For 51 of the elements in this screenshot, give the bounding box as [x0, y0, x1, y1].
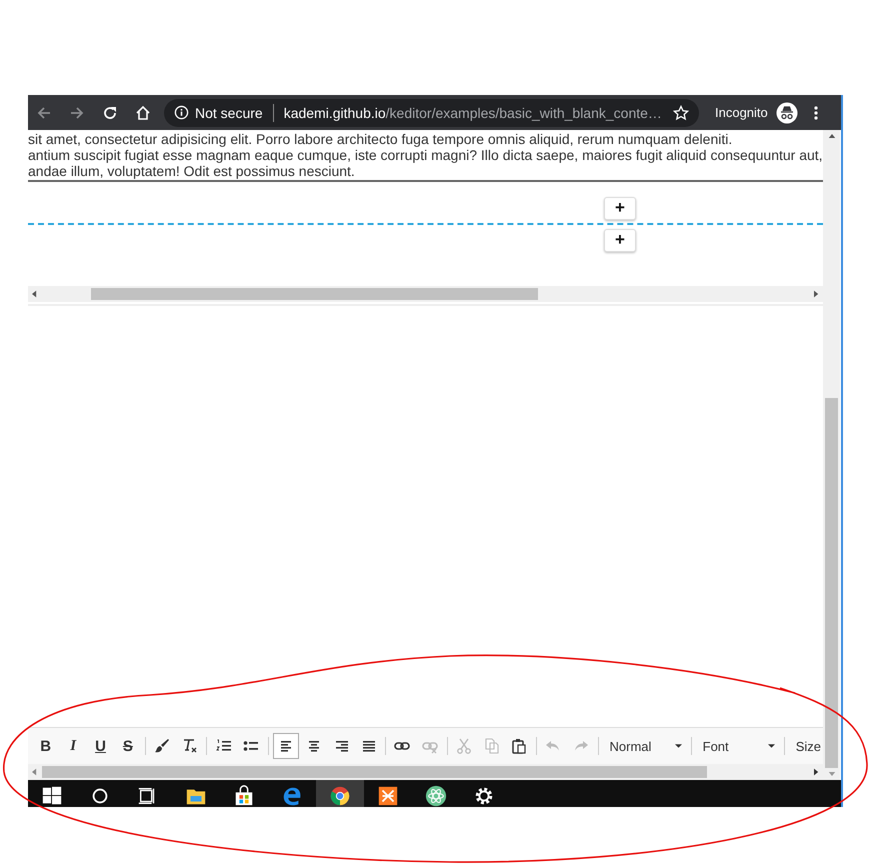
caret-icon	[674, 744, 682, 748]
app-logo-icon	[377, 785, 399, 807]
format-dropdown[interactable]: Normal	[602, 733, 688, 759]
url-text: kademi.github.io/keditor/examples/basic_with_blank_conte…	[284, 104, 663, 120]
active-taskbar-item[interactable]	[316, 780, 364, 807]
paragraph-line: andae illum, voluptatem! Odit est possimus nesciunt.	[28, 163, 356, 179]
scissors-icon	[456, 738, 472, 754]
scroll-right-icon[interactable]	[814, 290, 819, 298]
reload-icon[interactable]	[102, 104, 118, 120]
align-center-icon	[306, 739, 320, 753]
shopping-bag-icon	[233, 785, 255, 807]
italic-button[interactable]: I	[60, 733, 86, 759]
add-button[interactable]: +	[604, 196, 636, 220]
align-right-icon	[334, 739, 348, 753]
bold-button[interactable]: B	[33, 733, 58, 759]
copy-icon	[484, 738, 500, 754]
address-bar[interactable]: Not secure kademi.github.io/keditor/examples/basic_with_blank_conte…	[164, 98, 699, 126]
clipboard-icon	[511, 738, 528, 754]
add-button[interactable]: +	[604, 228, 636, 252]
format-dropdown[interactable]: Font	[694, 733, 781, 759]
incognito-label: Incognito	[715, 105, 768, 120]
atom-icon	[425, 785, 447, 807]
windows-icon	[41, 785, 63, 807]
underline-button[interactable]: U	[88, 733, 114, 759]
format-dropdown[interactable]: Size	[788, 733, 823, 759]
strikethrough-button[interactable]: S	[115, 733, 141, 759]
justify-icon	[361, 739, 376, 753]
security-label: Not secure	[195, 104, 263, 120]
brush-icon	[154, 738, 170, 754]
browser-icon	[329, 785, 351, 807]
horizontal-scrollbar[interactable]	[28, 764, 823, 780]
scroll-left-icon[interactable]	[32, 290, 37, 298]
paragraph-line: antium suscipit fugiat esse magnam eaque cumque, iste corrupti magni? Illo dicta saepe, maiores fugit aliquid consequuntur aut,	[28, 147, 823, 163]
menu-icon[interactable]	[814, 104, 818, 120]
clear-format-icon	[182, 738, 198, 754]
scroll-right-icon[interactable]	[814, 768, 819, 776]
vertical-scrollbar[interactable]	[823, 130, 840, 780]
align-left-icon	[278, 739, 293, 753]
star-icon[interactable]	[673, 104, 689, 120]
scroll-up-icon[interactable]	[828, 134, 836, 138]
settings-icon	[473, 785, 495, 807]
scroll-left-icon[interactable]	[32, 768, 37, 776]
info-icon	[174, 105, 189, 120]
bullet-list-icon	[243, 738, 260, 754]
home-icon[interactable]	[135, 104, 151, 120]
paragraph-line: sit amet, consectetur adipisicing elit. Porro labore architecto fuga tempore omnis aliquid, rerum numquam deleniti.	[28, 131, 734, 147]
caret-icon	[768, 744, 775, 748]
incognito-icon	[776, 102, 798, 124]
letter-e-icon	[281, 785, 303, 807]
align-left-button[interactable]	[273, 733, 299, 759]
horizontal-scrollbar[interactable]	[28, 286, 823, 302]
